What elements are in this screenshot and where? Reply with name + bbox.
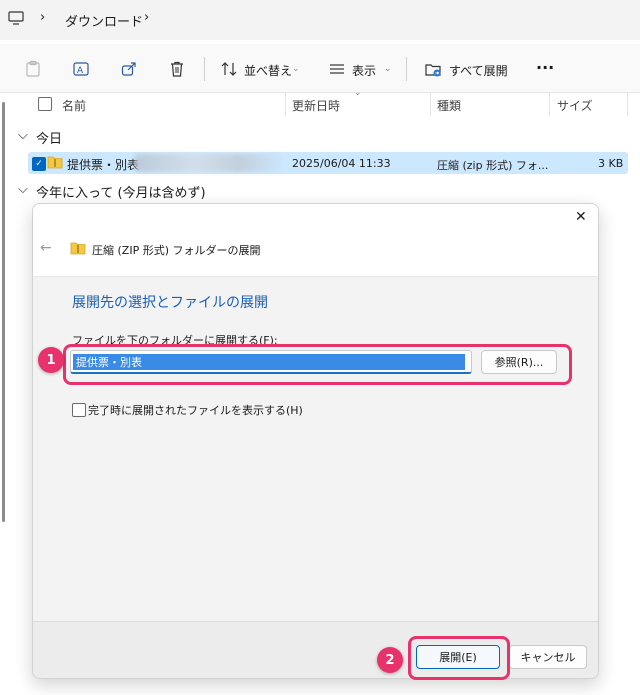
highlight-box-1 <box>63 344 572 385</box>
view-button[interactable]: 表示 <box>352 62 376 79</box>
computer-icon[interactable] <box>8 10 24 26</box>
group-chevron-icon[interactable]: ⌵ <box>18 128 28 143</box>
extract-all-icon[interactable] <box>422 58 444 80</box>
file-size: 3 KB <box>598 157 624 170</box>
group-chevron-icon[interactable]: ⌵ <box>18 182 28 197</box>
toolbar-divider <box>204 57 205 81</box>
highlight-box-2 <box>408 636 510 680</box>
group-today[interactable]: 今日 <box>36 128 62 147</box>
zip-folder-icon <box>47 155 63 169</box>
column-size[interactable]: サイズ <box>557 97 593 114</box>
show-files-label[interactable]: 完了時に展開されたファイルを表示する(H) <box>88 402 303 418</box>
view-chevron-icon[interactable]: ⌄ <box>384 64 392 74</box>
column-type[interactable]: 種類 <box>437 97 461 114</box>
file-type: 圧縮 (zip 形式) フォ... <box>437 159 549 172</box>
cancel-button[interactable]: キャンセル <box>509 645 587 669</box>
column-name[interactable]: 名前 <box>62 97 86 114</box>
column-divider[interactable] <box>549 92 550 116</box>
extract-dialog <box>32 203 599 679</box>
dialog-title: 圧縮 (ZIP 形式) フォルダーの展開 <box>92 244 261 257</box>
sort-icon[interactable] <box>218 58 240 80</box>
step-badge-2: 2 <box>377 647 403 673</box>
column-divider[interactable] <box>430 92 431 116</box>
dialog-heading: 展開先の選択とファイルの展開 <box>72 295 268 311</box>
file-modified: 2025/06/04 11:33 <box>292 157 391 170</box>
sort-chevron-icon[interactable]: ⌄ <box>292 64 300 74</box>
delete-icon[interactable] <box>166 58 188 80</box>
view-icon[interactable] <box>326 58 348 80</box>
dialog-body <box>33 276 598 622</box>
column-divider[interactable] <box>285 92 286 116</box>
group-this-year[interactable]: 今年に入って (今月は含めず) <box>36 182 206 201</box>
sort-button[interactable]: 並べ替え <box>244 62 292 79</box>
column-modified[interactable]: 更新日時 <box>292 97 340 114</box>
file-name[interactable]: 提供票・別表 <box>67 156 139 173</box>
show-files-checkbox[interactable] <box>72 403 86 417</box>
scrollbar[interactable] <box>0 92 8 522</box>
extract-all-button[interactable]: すべて展開 <box>449 62 508 79</box>
back-arrow-icon[interactable]: ← <box>40 240 52 256</box>
step-badge-1: 1 <box>38 347 64 373</box>
breadcrumb-chevron[interactable]: › <box>144 10 149 25</box>
dialog-header <box>33 204 598 276</box>
sort-indicator-icon: ⌄ <box>354 88 362 98</box>
svg-text:A: A <box>77 66 84 76</box>
share-icon[interactable] <box>118 58 140 80</box>
paste-icon[interactable] <box>22 58 44 80</box>
close-icon[interactable]: ✕ <box>575 209 587 225</box>
toolbar-divider <box>406 57 407 81</box>
rename-icon[interactable]: A <box>70 58 92 80</box>
zip-folder-icon <box>70 241 86 255</box>
blurred-name-region <box>135 154 285 172</box>
more-options-button[interactable]: ··· <box>536 58 554 77</box>
breadcrumb-downloads[interactable]: ダウンロード <box>65 11 143 30</box>
column-divider[interactable] <box>627 92 628 116</box>
breadcrumb-separator[interactable]: › <box>40 10 45 25</box>
select-all-checkbox[interactable] <box>38 97 52 111</box>
row-checkbox[interactable]: ✓ <box>32 157 46 171</box>
